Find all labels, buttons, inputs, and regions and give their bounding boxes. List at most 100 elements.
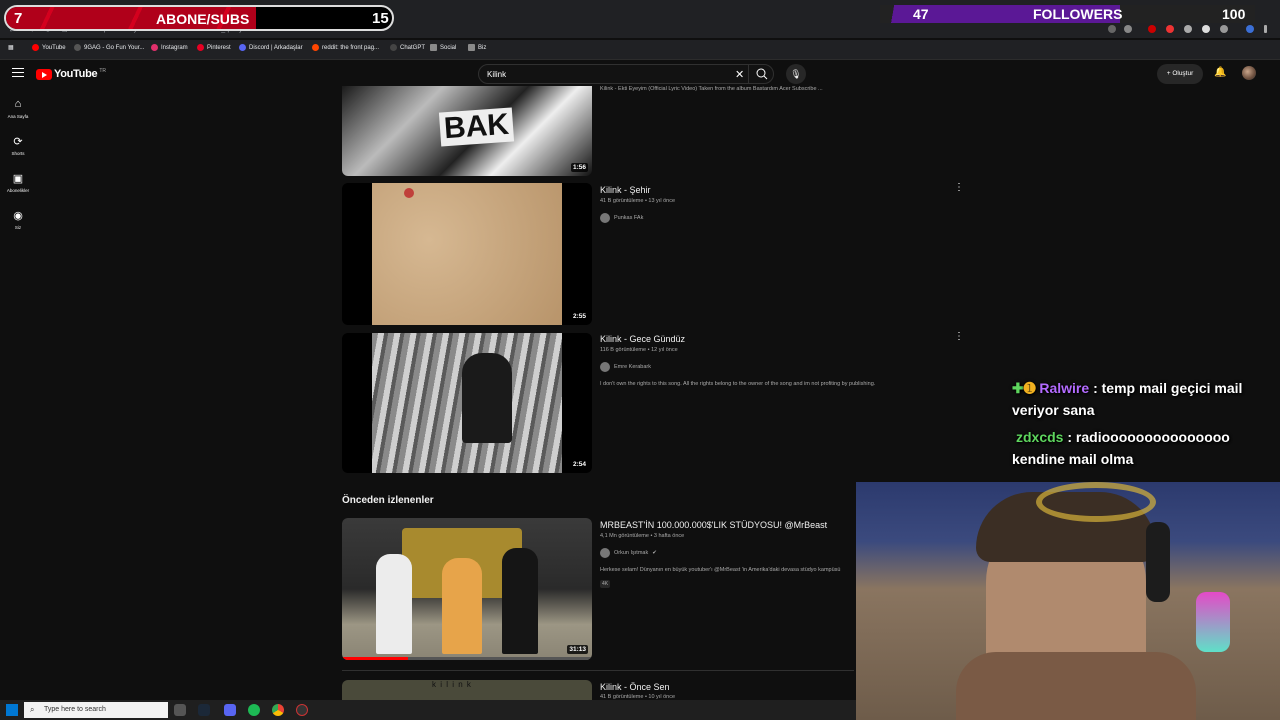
rail-item-subscriptions[interactable]: ▣ Abonelikler	[0, 172, 36, 193]
windows-taskbar: ⌕ Type here to search	[0, 700, 856, 720]
extension-icon[interactable]	[1184, 25, 1192, 33]
chat-username: zdxcds	[1016, 429, 1064, 445]
clear-search-icon[interactable]: ✕	[735, 68, 744, 81]
thumbnail-image	[372, 183, 562, 325]
video-title[interactable]: Kilink - Şehir	[600, 185, 651, 195]
youtube-logo[interactable]: YouTube TR	[36, 68, 106, 80]
verified-icon: ✔	[652, 550, 657, 556]
bookmark-reddit[interactable]: reddit: the front pag...	[312, 44, 379, 51]
bookmark-instagram[interactable]: Instagram	[151, 44, 188, 51]
channel-avatar	[600, 548, 610, 558]
apps-icon[interactable]: ▦	[8, 44, 14, 51]
chatgpt-favicon-icon	[390, 44, 397, 51]
video-thumbnail[interactable]: 2:55	[342, 183, 592, 325]
bookmark-discord[interactable]: Discord | Arkadaşlar	[239, 44, 303, 51]
extension-icon[interactable]	[1202, 25, 1210, 33]
video-duration: 31:13	[567, 645, 588, 654]
flag-emblem	[1036, 482, 1156, 522]
thumbnail-image	[502, 548, 538, 654]
badge-icon: ➊	[1023, 380, 1036, 396]
video-meta: 116 B görüntüleme • 12 yıl önce	[600, 347, 678, 353]
reddit-favicon-icon	[312, 44, 319, 51]
video-description: Kilink - Ekti Eyeyim (Official Lyric Vid…	[600, 86, 823, 92]
video-meta: 41 B görüntüleme • 13 yıl önce	[600, 198, 676, 204]
video-thumbnail[interactable]: BAK 1:56	[342, 86, 592, 176]
obs-icon[interactable]	[296, 704, 308, 716]
followers-goal: 100	[1222, 6, 1246, 22]
channel-link[interactable]: Orkun Işıtmak ✔	[600, 548, 657, 558]
youtube-favicon-icon	[32, 44, 39, 51]
video-thumbnail[interactable]: 31:13	[342, 518, 592, 660]
taskbar-search-input[interactable]: ⌕ Type here to search	[24, 702, 168, 718]
chat-message: zdxcds : radiooooooooooooooo kendine mai…	[1012, 426, 1274, 470]
followers-current: 47	[913, 6, 929, 22]
bookmark-folder-social[interactable]: Social	[430, 44, 456, 51]
search-button[interactable]	[748, 64, 774, 84]
subs-current: 7	[14, 10, 23, 27]
discord-favicon-icon	[239, 44, 246, 51]
subs-goal: 15	[372, 10, 389, 27]
video-title[interactable]: MRBEAST'İN 100.000.000$'LIK STÜDYOSU! @M…	[600, 520, 827, 530]
channel-link[interactable]: Punkas FAk	[600, 213, 643, 223]
extension-icon[interactable]	[1166, 25, 1174, 33]
browser-menu-icon[interactable]	[1264, 25, 1267, 33]
search-icon	[756, 68, 768, 80]
bookmarks-bar: ▦ YouTube 9GAG - Go Fun Your... Instagra…	[0, 40, 1280, 60]
windows-start-icon[interactable]	[6, 704, 18, 716]
hamburger-menu-icon[interactable]	[12, 68, 24, 80]
shorts-icon: ⟳	[13, 136, 23, 148]
notifications-bell-icon[interactable]: 🔔	[1214, 67, 1226, 78]
video-description: I don't own the rights to this song. All…	[600, 381, 876, 387]
cast-icon[interactable]	[1108, 25, 1116, 33]
microphone-icon: 🎙	[790, 69, 802, 79]
thumbnail-image	[462, 353, 512, 443]
thumbnail-text: k i l i n k	[432, 680, 472, 689]
bookmark-pinterest[interactable]: Pinterest	[197, 44, 231, 51]
spotify-icon[interactable]	[248, 704, 260, 716]
profile-icon[interactable]	[1246, 25, 1254, 33]
video-thumbnail[interactable]: 2:54	[342, 333, 592, 473]
create-button[interactable]: + Oluştur	[1157, 64, 1203, 84]
chrome-icon[interactable]	[272, 704, 284, 716]
rail-item-you[interactable]: ◉ Siz	[0, 209, 36, 230]
thumbnail-image	[376, 554, 412, 654]
video-title[interactable]: Kilink - Gece Gündüz	[600, 334, 685, 344]
bookmark-9gag[interactable]: 9GAG - Go Fun Your...	[74, 44, 144, 51]
folder-icon	[430, 44, 437, 51]
folder-icon	[468, 44, 475, 51]
more-options-icon[interactable]: ⋮	[954, 331, 964, 342]
channel-link[interactable]: Emre Kerabark	[600, 362, 651, 372]
watch-progress-track	[408, 657, 592, 660]
discord-icon[interactable]	[224, 704, 236, 716]
steam-icon[interactable]	[198, 704, 210, 716]
chat-username: Ralwire	[1039, 380, 1090, 396]
instagram-favicon-icon	[151, 44, 158, 51]
bookmark-star-icon[interactable]	[1124, 25, 1132, 33]
subscriptions-icon: ▣	[12, 173, 24, 185]
section-title: Önceden izlenenler	[342, 495, 434, 506]
subs-goal-bar: 7 ABONE/SUBS 15	[4, 5, 394, 31]
rail-item-shorts[interactable]: ⟳ Shorts	[0, 135, 36, 156]
voice-search-button[interactable]: 🎙	[786, 64, 806, 84]
divider	[342, 670, 854, 671]
rail-item-home[interactable]: ⌂ Ana Sayfa	[0, 98, 36, 119]
followers-label: FOLLOWERS	[1033, 6, 1123, 22]
home-icon: ⌂	[14, 98, 22, 110]
bookmark-chatgpt[interactable]: ChatGPT	[390, 44, 425, 51]
task-view-icon[interactable]	[174, 704, 186, 716]
more-options-icon[interactable]: ⋮	[954, 182, 964, 193]
bookmark-folder-biz[interactable]: Biz	[468, 44, 486, 51]
video-description: Herkese selam! Dünyanın en büyük youtube…	[600, 567, 841, 573]
youtube-play-icon	[36, 68, 52, 80]
search-value: Kilink	[487, 70, 507, 79]
bookmark-youtube[interactable]: YouTube	[32, 44, 66, 51]
search-input[interactable]: Kilink ✕	[478, 64, 774, 84]
video-meta: 4,1 Mn görüntüleme • 3 hafta önce	[600, 533, 685, 539]
video-title[interactable]: Kilink - Önce Sen	[600, 682, 670, 692]
extension-icon[interactable]	[1148, 25, 1156, 33]
thumbnail-text: BAK	[438, 107, 515, 147]
extensions-puzzle-icon[interactable]	[1220, 25, 1228, 33]
account-avatar[interactable]	[1242, 66, 1256, 80]
watch-progress-bar	[342, 657, 408, 660]
pinterest-favicon-icon	[197, 44, 204, 51]
